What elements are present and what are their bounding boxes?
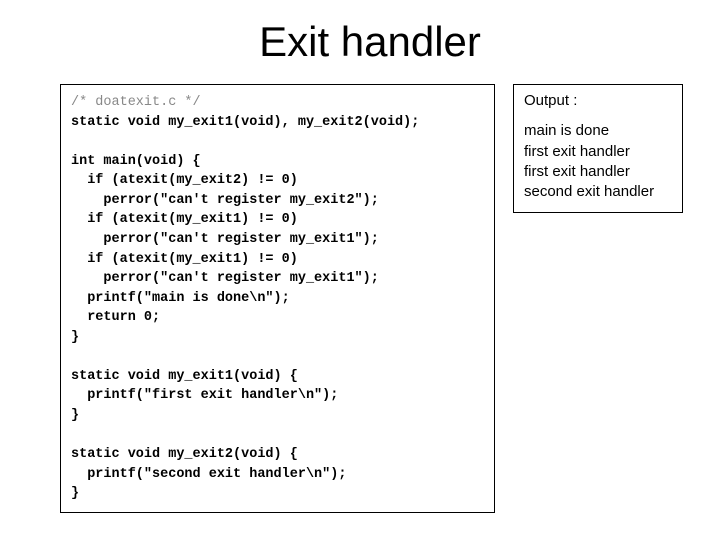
code-printf-main: printf("main is done\n"); <box>71 291 290 306</box>
output-line: second exit handler <box>524 182 672 202</box>
code-if3: if (atexit(my_exit1) != 0) <box>71 252 298 267</box>
output-block: Output : main is done first exit handler… <box>513 84 683 213</box>
code-return: return 0; <box>71 310 160 325</box>
code-fn2-sig: static void my_exit2(void) { <box>71 447 298 462</box>
code-if1: if (atexit(my_exit2) != 0) <box>71 173 298 188</box>
code-decl: static void my_exit1(void), my_exit2(voi… <box>71 115 419 130</box>
code-fn1-sig: static void my_exit1(void) { <box>71 369 298 384</box>
code-perr3: perror("can't register my_exit1"); <box>71 271 379 286</box>
code-fn1-body: printf("first exit handler\n"); <box>71 388 338 403</box>
code-comment: /* doatexit.c */ <box>71 95 201 110</box>
code-perr1: perror("can't register my_exit2"); <box>71 193 379 208</box>
slide: Exit handler /* doatexit.c */ static voi… <box>0 0 720 540</box>
code-fn2-close: } <box>71 486 79 501</box>
output-line: first exit handler <box>524 142 672 162</box>
content-row: /* doatexit.c */ static void my_exit1(vo… <box>60 84 680 513</box>
code-fn1-close: } <box>71 408 79 423</box>
output-label: Output : <box>524 91 672 111</box>
code-main-sig: int main(void) { <box>71 154 201 169</box>
code-close1: } <box>71 330 79 345</box>
output-line: main is done <box>524 121 672 141</box>
code-if2: if (atexit(my_exit1) != 0) <box>71 212 298 227</box>
code-fn2-body: printf("second exit handler\n"); <box>71 467 346 482</box>
code-perr2: perror("can't register my_exit1"); <box>71 232 379 247</box>
output-line: first exit handler <box>524 162 672 182</box>
page-title: Exit handler <box>60 18 680 66</box>
code-block: /* doatexit.c */ static void my_exit1(vo… <box>60 84 495 513</box>
